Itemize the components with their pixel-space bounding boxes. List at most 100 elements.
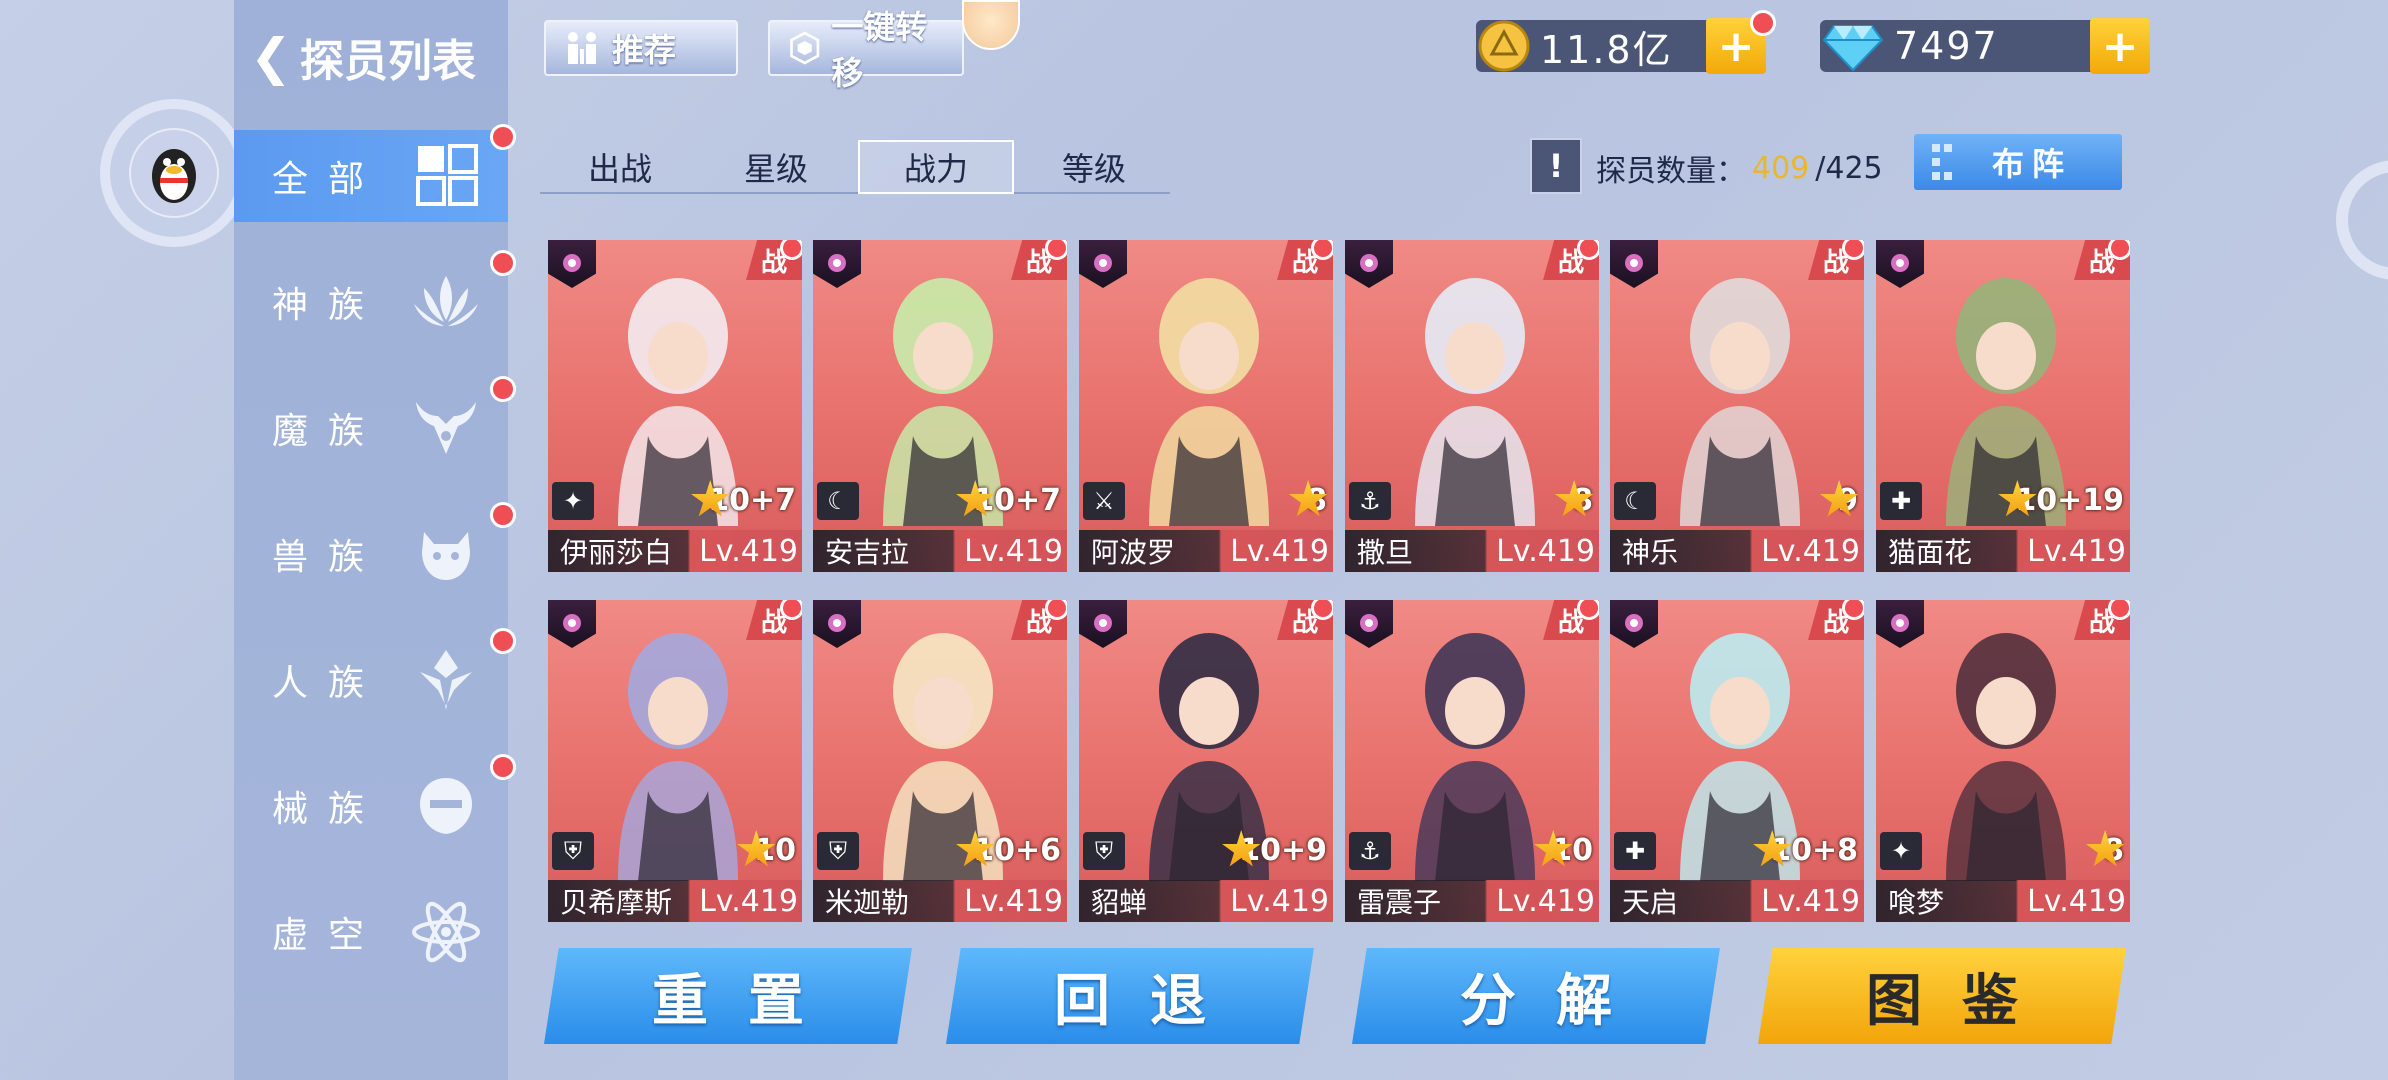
tab-deploy[interactable]: 出战 [542, 140, 698, 194]
people-icon [568, 32, 596, 64]
agent-level: Lv.419 [699, 533, 798, 569]
category-void[interactable]: 虚空 [234, 886, 508, 978]
notification-dot [1577, 240, 1599, 260]
star-rank: 10 [1533, 830, 1593, 870]
class-icon: ✦ [552, 482, 594, 520]
rollback-button[interactable]: 回退 [946, 948, 1314, 1044]
notification-dot [490, 250, 516, 276]
agent-card[interactable]: 战 ✚ 10+19 猫面花 Lv.419 [1876, 240, 2130, 572]
class-icon: ☾ [1614, 482, 1656, 520]
category-god[interactable]: 神族 [234, 250, 516, 348]
notification-dot [490, 124, 516, 150]
tab-label: 战力 [903, 150, 968, 188]
atom-icon [412, 901, 480, 963]
agent-card[interactable]: 战 ✚ 10+8 天启 Lv.419 [1610, 600, 1864, 922]
decompose-button[interactable]: 分解 [1352, 948, 1720, 1044]
tab-power[interactable]: 战力 [858, 140, 1014, 194]
notification-dot [1750, 10, 1776, 36]
agent-count: 探员数量： 409 /425 [1596, 146, 1883, 190]
notification-dot [1311, 600, 1333, 620]
diamond-icon [1822, 25, 1884, 72]
agent-name: 安吉拉 [825, 536, 910, 569]
category-label: 械族 [272, 789, 385, 830]
agent-card[interactable]: 战 ✦ 10+7 伊丽莎白 Lv.419 [548, 240, 802, 572]
card-footer: 贝希摩斯 Lv.419 [548, 880, 802, 922]
recommend-button[interactable]: 推荐 [544, 20, 738, 76]
agent-portrait [1946, 633, 2066, 881]
class-icon: ☾ [817, 482, 859, 520]
notification-dot [1842, 240, 1864, 260]
agent-name: 雷震子 [1357, 886, 1442, 919]
category-label: 兽族 [272, 537, 385, 578]
card-footer: 雷震子 Lv.419 [1345, 880, 1599, 922]
info-button[interactable]: ! [1530, 138, 1582, 194]
agent-level: Lv.419 [1230, 883, 1329, 919]
add-diamond-button[interactable]: + [2090, 18, 2150, 74]
notification-dot [1311, 240, 1333, 260]
notification-dot [1045, 600, 1067, 620]
notification-dot [2108, 600, 2130, 620]
codex-button[interactable]: 图鉴 [1758, 948, 2126, 1044]
formation-label: 布阵 [1991, 145, 2072, 183]
card-footer: 貂蝉 Lv.419 [1079, 880, 1333, 922]
formation-button[interactable]: 布阵 [1914, 134, 2122, 190]
star-value: 10+19 [2015, 482, 2124, 518]
notification-dot [490, 754, 516, 780]
agent-card[interactable]: 战 ☾ 9 神乐 Lv.419 [1610, 240, 1864, 572]
sidebar: ❮ 探员列表 全部 神族 魔族 兽族 人族 械族 虚空 [234, 0, 516, 1080]
card-footer: 猫面花 Lv.419 [1876, 530, 2130, 572]
class-icon: ✚ [1880, 482, 1922, 520]
notification-dot [490, 376, 516, 402]
one-click-transfer-button[interactable]: 一键转移 [768, 8, 964, 92]
tab-label: 等级 [1061, 150, 1126, 188]
card-footer: 撒旦 Lv.419 [1345, 530, 1599, 572]
class-icon: ✚ [1614, 832, 1656, 870]
diamond-currency: 7497 + [1820, 18, 2150, 74]
tab-star[interactable]: 星级 [698, 140, 854, 194]
agent-card[interactable]: 战 ✦ 8 喰梦 Lv.419 [1876, 600, 2130, 922]
back-button[interactable]: ❮ 探员列表 [250, 22, 476, 92]
formation-grid-icon [1932, 144, 1952, 180]
agent-level: Lv.419 [964, 883, 1063, 919]
agent-card[interactable]: 战 ☾ 10+7 安吉拉 Lv.419 [813, 240, 1067, 572]
category-beast[interactable]: 兽族 [234, 502, 516, 600]
agent-level: Lv.419 [964, 533, 1063, 569]
notification-dot [1045, 240, 1067, 260]
agent-level: Lv.419 [2027, 883, 2126, 919]
category-mech[interactable]: 械族 [234, 754, 516, 852]
agent-count-label: 探员数量： [1596, 154, 1746, 189]
agent-portrait [1149, 278, 1269, 526]
class-icon: ⚓ [1349, 482, 1391, 520]
agent-level: Lv.419 [1230, 533, 1329, 569]
card-footer: 伊丽莎白 Lv.419 [548, 530, 802, 572]
agent-name: 神乐 [1622, 536, 1679, 569]
star-rank: 8 [1554, 480, 1594, 520]
category-human[interactable]: 人族 [234, 628, 516, 726]
reset-button[interactable]: 重置 [544, 948, 912, 1044]
card-footer: 天启 Lv.419 [1610, 880, 1864, 922]
agent-card[interactable]: 战 ⚓ 10 雷震子 Lv.419 [1345, 600, 1599, 922]
star-value: 10+7 [973, 482, 1061, 518]
recommend-label: 推荐 [612, 31, 677, 69]
agent-name: 贝希摩斯 [560, 886, 673, 919]
reset-label: 重置 [652, 968, 844, 1034]
tab-level[interactable]: 等级 [1016, 140, 1172, 194]
agent-card[interactable]: 战 ⚔ 8 阿波罗 Lv.419 [1079, 240, 1333, 572]
star-value: 10+6 [973, 832, 1061, 868]
agent-name: 貂蝉 [1091, 886, 1148, 919]
diamond-value: 7497 [1894, 24, 1999, 68]
agent-card[interactable]: 战 ⛨ 10 贝希摩斯 Lv.419 [548, 600, 802, 922]
category-all[interactable]: 全部 [234, 124, 516, 222]
agent-card[interactable]: 战 ⛨ 10+9 貂蝉 Lv.419 [1079, 600, 1333, 922]
agent-level: Lv.419 [1496, 883, 1595, 919]
agent-card[interactable]: 战 ⚓ 8 撒旦 Lv.419 [1345, 240, 1599, 572]
category-demon[interactable]: 魔族 [234, 376, 516, 474]
agent-name: 天启 [1622, 886, 1679, 919]
tab-label: 星级 [743, 150, 808, 188]
agent-card[interactable]: 战 ⛨ 10+6 米迦勒 Lv.419 [813, 600, 1067, 922]
player-avatar[interactable] [100, 99, 248, 247]
gold-value: 11.8亿 [1540, 27, 1673, 72]
category-label: 魔族 [272, 411, 385, 452]
beast-head-icon [422, 532, 470, 580]
star-rank: 10 [736, 830, 796, 870]
